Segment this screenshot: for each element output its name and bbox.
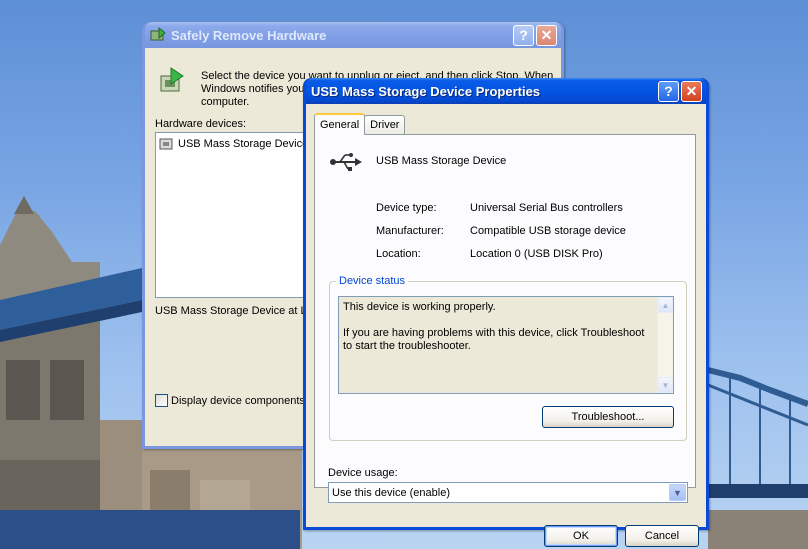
help-button[interactable]: ? [658, 80, 679, 102]
close-icon: ✕ [540, 26, 553, 43]
usb-symbol-icon [330, 153, 362, 171]
hardware-devices-label: Hardware devices: [155, 118, 247, 130]
device-status-title: Device status [336, 275, 409, 287]
usb-device-icon [159, 138, 173, 150]
tab-label: Driver [370, 119, 400, 131]
device-usage-select[interactable]: Use this device (enable) ▼ [328, 482, 688, 503]
window-title: USB Mass Storage Device Properties [311, 83, 541, 99]
help-icon: ? [664, 83, 673, 99]
status-line: This device is working properly. [343, 301, 496, 313]
status-scrollbar[interactable]: ▲ ▼ [657, 297, 673, 393]
device-type-label: Device type: [376, 202, 437, 214]
titlebar[interactable]: USB Mass Storage Device Properties ? ✕ [306, 78, 706, 104]
dialog-body: General Driver USB Mass Storage Device D… [306, 104, 706, 547]
help-button[interactable]: ? [513, 24, 534, 46]
location-value: Location 0 (USB DISK Pro) [470, 248, 603, 260]
display-components-label: Display device components [171, 394, 305, 407]
tab-label: General [320, 119, 360, 131]
titlebar[interactable]: Safely Remove Hardware ? ✕ [145, 22, 561, 48]
device-type-row: Device type: Universal Serial Bus contro… [376, 202, 623, 214]
location-row: Location: Location 0 (USB DISK Pro) [376, 248, 603, 260]
manufacturer-label: Manufacturer: [376, 225, 444, 237]
device-name: USB Mass Storage Device [376, 155, 507, 167]
status-line: If you are having problems with this dev… [343, 327, 645, 352]
dropdown-button[interactable]: ▼ [669, 484, 686, 501]
window-title: Safely Remove Hardware [171, 27, 327, 43]
help-icon: ? [519, 27, 528, 43]
device-status-text: This device is working properly. If you … [343, 301, 655, 353]
manufacturer-row: Manufacturer: Compatible USB storage dev… [376, 225, 626, 237]
hardware-eject-icon [160, 67, 184, 92]
device-status-textbox[interactable]: This device is working properly. If you … [338, 296, 674, 394]
list-item[interactable]: USB Mass Storage Device [158, 136, 308, 152]
troubleshoot-button[interactable]: Troubleshoot... [542, 406, 674, 428]
chevron-down-icon: ▼ [673, 487, 682, 498]
scroll-up-button[interactable]: ▲ [658, 297, 673, 313]
chevron-up-icon: ▲ [661, 300, 670, 310]
display-components-row[interactable]: Display device components [155, 394, 305, 407]
general-tab-panel: USB Mass Storage Device Device type: Uni… [314, 134, 696, 488]
close-icon: ✕ [685, 82, 698, 99]
ok-button[interactable]: OK [544, 525, 618, 547]
device-properties-window: USB Mass Storage Device Properties ? ✕ G… [303, 78, 709, 547]
tab-strip: General Driver [314, 112, 406, 135]
location-label: Location: [376, 248, 421, 260]
close-button[interactable]: ✕ [536, 24, 557, 46]
tab-general[interactable]: General [314, 113, 366, 135]
scroll-down-button[interactable]: ▼ [658, 377, 673, 393]
cancel-button[interactable]: Cancel [625, 525, 699, 547]
device-status-group: Device status This device is working pro… [329, 275, 687, 441]
device-usage-label: Device usage: [328, 467, 398, 479]
display-components-checkbox[interactable] [155, 394, 168, 407]
hardware-eject-icon [150, 27, 166, 41]
chevron-down-icon: ▼ [661, 380, 670, 390]
tab-driver[interactable]: Driver [364, 115, 406, 134]
manufacturer-value: Compatible USB storage device [470, 225, 626, 237]
device-type-value: Universal Serial Bus controllers [470, 202, 623, 214]
list-item-label: USB Mass Storage Device [178, 138, 309, 150]
close-button[interactable]: ✕ [681, 80, 702, 102]
device-usage-value: Use this device (enable) [332, 486, 451, 499]
